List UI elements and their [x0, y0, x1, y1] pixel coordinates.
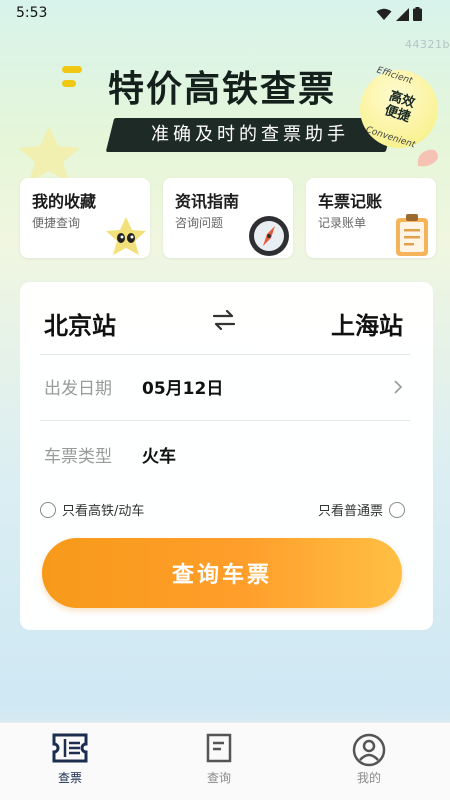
status-time: 5:53 [16, 5, 48, 21]
app-id-watermark: 44321b [405, 38, 450, 51]
ticket-bookkeeping-card[interactable]: 车票记账 记录账单 [306, 178, 436, 258]
favorites-card[interactable]: 我的收藏 便捷查询 [20, 178, 150, 258]
nav-label-query: 查询 [206, 771, 231, 785]
news-guide-card-title: 资讯指南 [175, 192, 240, 211]
favorites-card-subtitle: 便捷查询 [32, 216, 81, 230]
clipboard-icon [396, 214, 428, 256]
logo-mark-icon [62, 66, 82, 87]
normal-only-label: 只看普通票 [317, 504, 383, 519]
query-tickets-button[interactable]: 查询车票 [42, 538, 402, 608]
ticket-type-label: 车票类型 [44, 447, 112, 467]
status-icons [376, 7, 422, 21]
ticket-type-value: 火车 [142, 447, 176, 467]
ticket-type-row[interactable]: 车票类型 火车 [20, 420, 433, 480]
chevron-right-icon [394, 380, 403, 394]
ticket-bookkeeping-card-title: 车票记账 [318, 192, 383, 211]
highspeed-only-radio[interactable] [40, 501, 56, 518]
nav-tab-tickets[interactable]: 查票 [25, 733, 115, 786]
news-guide-card[interactable]: 资讯指南 咨询问题 [163, 178, 293, 258]
document-icon [206, 733, 232, 763]
highspeed-only-label: 只看高铁/动车 [62, 504, 145, 519]
nav-label-profile: 我的 [356, 771, 381, 785]
to-station[interactable]: 上海站 [331, 306, 403, 341]
star-mascot-icon [106, 217, 146, 255]
normal-only-option[interactable]: 只看普通票 [318, 500, 405, 519]
from-station[interactable]: 北京站 [44, 306, 116, 341]
star-decoration-icon [18, 126, 80, 182]
nav-tab-profile[interactable]: 我的 [324, 733, 414, 786]
badge-chinese: 高效便捷 [382, 88, 417, 126]
wifi-icon [376, 8, 392, 20]
battery-icon [413, 7, 422, 21]
favorites-card-title: 我的收藏 [32, 192, 97, 211]
ticket-query-panel: 北京站 上海站 出发日期 05月12日 车票类型 火车 只看高铁/动车 只看普通… [20, 282, 433, 630]
hero-title: 特价高铁查票 [108, 69, 337, 110]
hero-subtitle: 准确及时的查票助手 [151, 124, 349, 145]
highspeed-only-option[interactable]: 只看高铁/动车 [40, 500, 144, 519]
departure-date-value: 05月12日 [142, 379, 224, 399]
signal-icon [396, 7, 409, 21]
nav-label-tickets: 查票 [57, 771, 82, 785]
news-guide-card-subtitle: 咨询问题 [175, 216, 224, 230]
ticket-bookkeeping-card-subtitle: 记录账单 [318, 216, 367, 230]
departure-date-label: 出发日期 [44, 379, 112, 399]
status-bar: 5:53 [0, 0, 450, 28]
compass-icon [249, 216, 289, 256]
ticket-icon [52, 733, 88, 763]
departure-date-row[interactable]: 出发日期 05月12日 [20, 354, 433, 420]
user-icon [352, 733, 386, 767]
swap-stations-icon[interactable] [210, 306, 238, 334]
badge-english-top: Efficient [375, 65, 414, 87]
nav-tab-query[interactable]: 查询 [174, 733, 264, 786]
pink-decoration-icon [417, 149, 438, 167]
bottom-navigation: 查票 查询 我的 [0, 722, 450, 800]
normal-only-radio[interactable] [389, 501, 405, 518]
